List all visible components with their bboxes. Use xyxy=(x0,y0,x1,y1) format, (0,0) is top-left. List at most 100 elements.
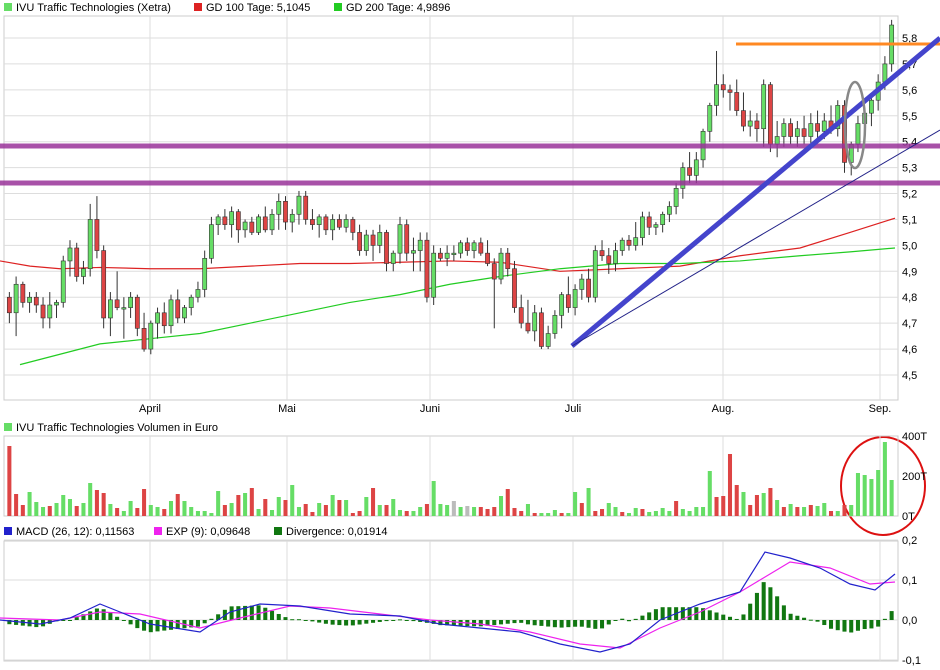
divergence-bar xyxy=(620,618,625,620)
volume-bar xyxy=(249,488,254,516)
volume-bar xyxy=(243,493,248,516)
candle-up xyxy=(330,219,336,231)
volume-tick-label: 0T xyxy=(902,511,915,523)
volume-bar xyxy=(701,507,706,516)
divergence-bar xyxy=(633,618,638,620)
volume-bar xyxy=(579,503,584,516)
price-tick-label: 4,7 xyxy=(902,318,917,330)
volume-bar xyxy=(54,503,59,516)
candle-down xyxy=(788,123,793,137)
volume-bar xyxy=(290,485,295,516)
month-label: Juni xyxy=(420,403,440,415)
candle-up xyxy=(411,250,416,254)
divergence-bar xyxy=(768,587,773,620)
candle-up xyxy=(714,84,719,106)
candle-down xyxy=(768,84,773,145)
candle-up xyxy=(666,206,672,215)
divergence-bar xyxy=(296,619,301,621)
macd-tick-label: 0,2 xyxy=(902,535,917,547)
candle-up xyxy=(471,242,477,251)
divergence-bar xyxy=(310,620,315,622)
candle-up xyxy=(155,312,160,324)
candle-down xyxy=(741,110,746,127)
volume-bar xyxy=(14,494,19,516)
divergence-bar xyxy=(835,620,840,631)
candle-up xyxy=(13,283,19,314)
price-tick-label: 4,8 xyxy=(902,292,917,304)
candle-down xyxy=(424,239,430,298)
divergence-bar xyxy=(195,620,200,627)
volume-bar xyxy=(222,505,227,516)
divergence-bar xyxy=(290,619,295,621)
divergence-bar xyxy=(492,620,497,626)
volume-bar xyxy=(148,505,153,516)
candle-up xyxy=(693,159,699,176)
volume-bar xyxy=(121,511,126,516)
candle-down xyxy=(134,296,140,329)
candle-up xyxy=(256,216,261,233)
candle-down xyxy=(505,252,511,270)
candle-up xyxy=(498,252,504,280)
candle-up xyxy=(458,242,463,254)
volume-bar xyxy=(472,507,477,516)
volume-bar xyxy=(458,507,463,516)
divergence-bar xyxy=(519,620,524,623)
legend-swatch-macd xyxy=(4,527,12,535)
divergence-bar xyxy=(270,610,275,620)
divergence-bar xyxy=(283,617,288,620)
volume-bar xyxy=(761,493,766,516)
volume-bar xyxy=(7,446,12,516)
legend-swatch-price xyxy=(4,3,12,11)
volume-bar xyxy=(391,499,396,516)
volume-bar xyxy=(296,507,301,516)
volume-bar xyxy=(862,475,867,516)
divergence-bar xyxy=(721,614,726,620)
divergence-bar xyxy=(115,616,120,620)
divergence-bar xyxy=(128,620,133,625)
candle-down xyxy=(323,216,329,231)
volume-bar xyxy=(802,507,807,516)
legend-price: IVU Traffic Technologies (Xetra) xyxy=(16,2,171,14)
volume-bar xyxy=(317,503,322,516)
volume-bar xyxy=(714,497,719,516)
candle-up xyxy=(81,268,86,277)
volume-bar xyxy=(600,509,605,516)
divergence-bar xyxy=(707,610,712,620)
volume-bar xyxy=(189,507,194,516)
divergence-bar xyxy=(849,620,854,633)
volume-bar xyxy=(822,503,827,516)
divergence-bar xyxy=(586,620,591,628)
candle-down xyxy=(734,92,740,111)
candle-up xyxy=(377,232,383,246)
divergence-bar xyxy=(397,619,403,621)
candle-up xyxy=(397,224,403,254)
divergence-bar xyxy=(862,620,867,630)
divergence-bar xyxy=(727,616,733,620)
divergence-bar xyxy=(552,620,557,628)
volume-bar xyxy=(451,501,456,516)
divergence-bar xyxy=(202,620,207,624)
volume-bar xyxy=(323,505,328,516)
volume-bar xyxy=(869,479,874,516)
divergence-bar xyxy=(795,615,800,620)
candle-up xyxy=(592,250,598,298)
volume-bar xyxy=(694,507,699,516)
volume-bar xyxy=(128,501,133,516)
candle-down xyxy=(599,250,605,257)
candle-up xyxy=(276,201,282,215)
divergence-bar xyxy=(357,620,362,625)
divergence-bar xyxy=(579,620,584,627)
volume-bar xyxy=(606,503,611,516)
divergence-bar xyxy=(573,620,578,627)
candle-down xyxy=(464,242,470,251)
candle-up xyxy=(559,294,565,316)
month-label: Sep. xyxy=(869,403,892,415)
macd-tick-label: 0,1 xyxy=(902,575,917,587)
volume-bar xyxy=(795,507,800,516)
legend-volume: IVU Traffic Technologies Volumen in Euro xyxy=(16,422,218,434)
price-legend: IVU Traffic Technologies (Xetra) GD 100 … xyxy=(4,2,450,14)
candle-down xyxy=(6,296,12,314)
volume-bar xyxy=(465,506,470,516)
divergence-bar xyxy=(148,620,153,633)
volume-bar xyxy=(202,511,207,516)
